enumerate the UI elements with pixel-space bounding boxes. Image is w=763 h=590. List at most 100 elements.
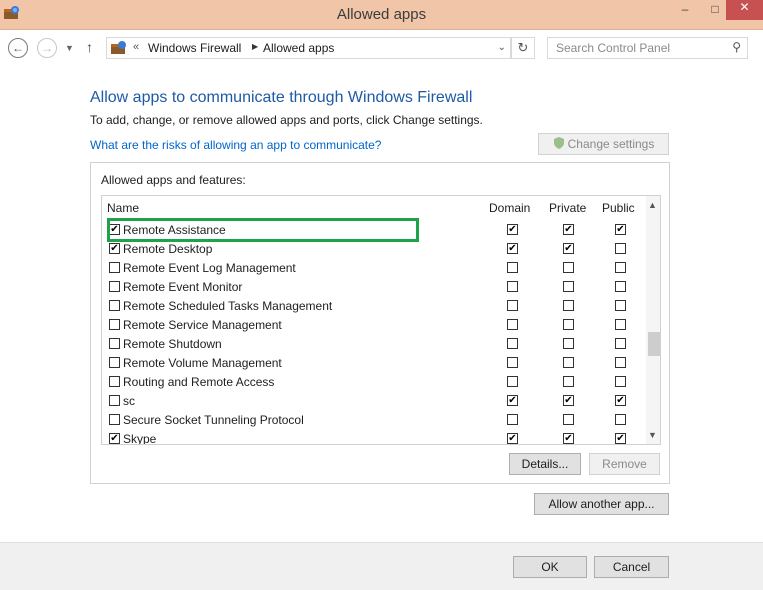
row-enabled-checkbox[interactable] — [109, 414, 120, 425]
private-checkbox[interactable] — [563, 319, 574, 330]
column-public[interactable]: Public — [602, 201, 635, 215]
public-checkbox[interactable]: ✔ — [615, 433, 626, 444]
remove-button[interactable]: Remove — [589, 453, 660, 475]
search-placeholder: Search Control Panel — [556, 41, 671, 55]
public-checkbox[interactable]: ✔ — [615, 395, 626, 406]
column-name[interactable]: Name — [107, 201, 139, 215]
domain-checkbox[interactable] — [507, 414, 518, 425]
breadcrumb-more[interactable]: « — [133, 41, 139, 53]
breadcrumb-separator-icon[interactable]: ▶ — [252, 42, 258, 51]
public-checkbox[interactable] — [615, 376, 626, 387]
private-checkbox[interactable] — [563, 300, 574, 311]
list-row[interactable]: Remote Event Log Management — [102, 259, 646, 278]
domain-checkbox[interactable] — [507, 281, 518, 292]
private-checkbox[interactable]: ✔ — [563, 224, 574, 235]
row-enabled-checkbox[interactable]: ✔ — [109, 243, 120, 254]
private-checkbox[interactable] — [563, 281, 574, 292]
forward-button[interactable]: → — [37, 38, 57, 58]
domain-checkbox[interactable] — [507, 319, 518, 330]
public-checkbox[interactable]: ✔ — [615, 224, 626, 235]
private-checkbox[interactable] — [563, 262, 574, 273]
search-input[interactable]: Search Control Panel ⚲ — [547, 37, 748, 59]
domain-checkbox[interactable] — [507, 262, 518, 273]
domain-checkbox[interactable] — [507, 376, 518, 387]
private-checkbox[interactable] — [563, 338, 574, 349]
private-checkbox[interactable]: ✔ — [563, 395, 574, 406]
firewall-location-icon — [111, 41, 126, 54]
address-bar: ← → ▼ ↑ « Windows Firewall ▶ Allowed app… — [0, 30, 763, 66]
public-checkbox[interactable] — [615, 243, 626, 254]
cancel-button[interactable]: Cancel — [594, 556, 669, 578]
page-subtitle: To add, change, or remove allowed apps a… — [90, 113, 483, 127]
list-row[interactable]: ✔ Remote Assistance ✔ ✔ ✔ — [102, 221, 646, 240]
list-row[interactable]: ✔ Skype ✔ ✔ ✔ — [102, 430, 646, 444]
refresh-button[interactable]: ↻ — [511, 37, 535, 59]
list-row[interactable]: Remote Scheduled Tasks Management — [102, 297, 646, 316]
public-checkbox[interactable] — [615, 319, 626, 330]
address-dropdown-icon[interactable]: ⌄ — [498, 42, 506, 53]
row-enabled-checkbox[interactable]: ✔ — [109, 433, 120, 444]
public-checkbox[interactable] — [615, 338, 626, 349]
breadcrumb-windows-firewall[interactable]: Windows Firewall — [148, 41, 241, 55]
list-row[interactable]: Remote Event Monitor — [102, 278, 646, 297]
risks-link[interactable]: What are the risks of allowing an app to… — [90, 138, 381, 152]
column-domain[interactable]: Domain — [489, 201, 530, 215]
private-checkbox[interactable]: ✔ — [563, 433, 574, 444]
private-checkbox[interactable]: ✔ — [563, 243, 574, 254]
row-enabled-checkbox[interactable] — [109, 376, 120, 387]
allowed-apps-list[interactable]: Name Domain Private Public ✔ Remote Assi… — [101, 195, 661, 445]
domain-checkbox[interactable]: ✔ — [507, 433, 518, 444]
scroll-down-icon[interactable]: ▼ — [648, 430, 657, 440]
domain-checkbox[interactable]: ✔ — [507, 224, 518, 235]
domain-checkbox[interactable] — [507, 357, 518, 368]
row-label: Remote Shutdown — [123, 337, 222, 351]
list-row[interactable]: Remote Volume Management — [102, 354, 646, 373]
scroll-up-icon[interactable]: ▲ — [648, 200, 657, 210]
public-checkbox[interactable] — [615, 281, 626, 292]
domain-checkbox[interactable] — [507, 338, 518, 349]
row-enabled-checkbox[interactable] — [109, 395, 120, 406]
scrollbar-thumb[interactable] — [648, 332, 660, 356]
public-checkbox[interactable] — [615, 300, 626, 311]
list-row[interactable]: Remote Service Management — [102, 316, 646, 335]
list-row[interactable]: Routing and Remote Access — [102, 373, 646, 392]
row-enabled-checkbox[interactable] — [109, 357, 120, 368]
public-checkbox[interactable] — [615, 357, 626, 368]
search-icon[interactable]: ⚲ — [732, 40, 741, 54]
domain-checkbox[interactable] — [507, 300, 518, 311]
public-checkbox[interactable] — [615, 414, 626, 425]
row-label: Remote Volume Management — [123, 356, 282, 370]
recent-locations-dropdown[interactable]: ▼ — [65, 43, 74, 53]
change-settings-button[interactable]: Change settings — [538, 133, 669, 155]
maximize-button[interactable]: □ — [702, 2, 728, 22]
row-enabled-checkbox[interactable] — [109, 281, 120, 292]
minimize-button[interactable]: – — [672, 2, 698, 22]
row-enabled-checkbox[interactable] — [109, 338, 120, 349]
close-button[interactable]: ✕ — [726, 0, 763, 20]
row-label: Remote Scheduled Tasks Management — [123, 299, 333, 313]
row-label: Remote Assistance — [123, 223, 226, 237]
row-enabled-checkbox[interactable] — [109, 300, 120, 311]
domain-checkbox[interactable]: ✔ — [507, 243, 518, 254]
list-row[interactable]: sc ✔ ✔ ✔ — [102, 392, 646, 411]
list-scrollbar[interactable]: ▲ ▼ — [646, 196, 660, 444]
details-button[interactable]: Details... — [509, 453, 581, 475]
back-button[interactable]: ← — [8, 38, 28, 58]
private-checkbox[interactable] — [563, 414, 574, 425]
column-private[interactable]: Private — [549, 201, 586, 215]
list-row[interactable]: Secure Socket Tunneling Protocol — [102, 411, 646, 430]
list-row[interactable]: Remote Shutdown — [102, 335, 646, 354]
ok-button[interactable]: OK — [513, 556, 587, 578]
allow-another-app-button[interactable]: Allow another app... — [534, 493, 669, 515]
row-enabled-checkbox[interactable]: ✔ — [109, 224, 120, 235]
domain-checkbox[interactable]: ✔ — [507, 395, 518, 406]
breadcrumb-allowed-apps[interactable]: Allowed apps — [263, 41, 334, 55]
private-checkbox[interactable] — [563, 376, 574, 387]
row-enabled-checkbox[interactable] — [109, 319, 120, 330]
address-box[interactable]: « Windows Firewall ▶ Allowed apps ⌄ — [106, 37, 511, 59]
public-checkbox[interactable] — [615, 262, 626, 273]
list-row[interactable]: ✔ Remote Desktop ✔ ✔ — [102, 240, 646, 259]
private-checkbox[interactable] — [563, 357, 574, 368]
up-button[interactable]: ↑ — [86, 39, 93, 55]
row-enabled-checkbox[interactable] — [109, 262, 120, 273]
